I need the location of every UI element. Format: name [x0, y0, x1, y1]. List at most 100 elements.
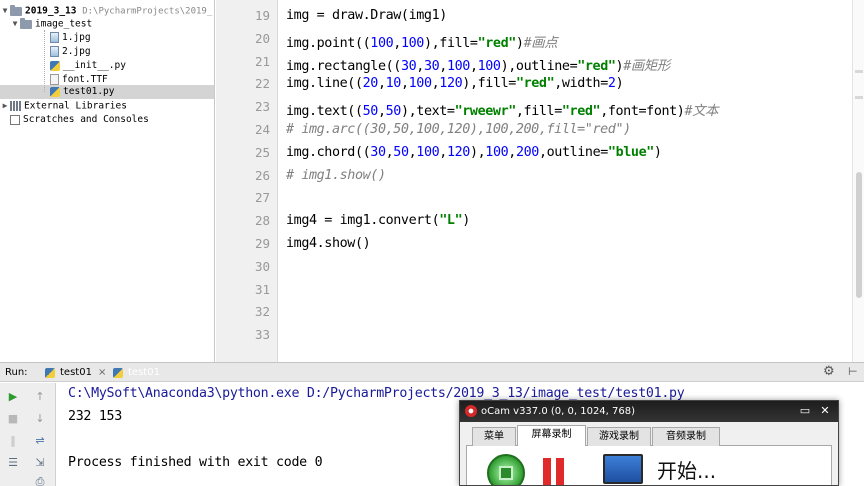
line-number: 25	[254, 144, 270, 160]
line-number: 22	[254, 76, 270, 92]
minimize-icon[interactable]: ▭	[798, 404, 812, 418]
scratches-icon	[10, 114, 20, 125]
ocam-tab-screen-record[interactable]: 屏幕录制	[517, 425, 586, 447]
code-line: img = draw.Draw(img1)	[286, 8, 447, 23]
code-token: "rweewr"	[454, 104, 517, 120]
code-token: "L"	[439, 213, 463, 229]
tree-root-row[interactable]: ▼ 2019_3_13 D:\PycharmProjects\2019_	[0, 4, 214, 18]
pause-button-icon[interactable]	[543, 458, 565, 485]
hide-panel-icon[interactable]: ⊢	[848, 365, 858, 378]
line-number: 24	[254, 122, 270, 137]
python-file-icon	[45, 368, 55, 378]
folder-icon	[10, 4, 22, 16]
code-token: 100	[477, 58, 501, 74]
line-number: 27	[254, 190, 270, 206]
start-label[interactable]: 开始...	[657, 455, 716, 484]
tree-external-libraries-row[interactable]: ▶ External Libraries	[0, 99, 214, 113]
code-line: img.chord((30,50,100,120),100,200,outlin…	[286, 145, 662, 160]
ocam-tab-game-record[interactable]: 游戏录制	[587, 427, 651, 446]
code-token: 50	[393, 144, 409, 160]
tree-file-name: 1.jpg	[62, 32, 91, 43]
code-token: )	[462, 213, 470, 229]
code-token: #画点	[523, 35, 558, 51]
code-token: ,	[439, 144, 447, 160]
print-icon[interactable]: ⎙	[33, 475, 47, 486]
stop-icon[interactable]: ■	[6, 412, 20, 426]
tree-folder-row[interactable]: ▼ image_test	[0, 17, 214, 31]
code-token: ,fill=	[515, 104, 562, 120]
run-tab-test01[interactable]: test01 ×	[42, 364, 106, 382]
code-token: 100	[485, 144, 509, 160]
code-token: 20	[362, 76, 379, 92]
tree-guide-line	[44, 30, 45, 92]
code-token: "blue"	[607, 144, 654, 160]
line-number: 30	[254, 258, 270, 274]
tree-file-name: font.TTF	[62, 74, 108, 85]
code-token: img4.show()	[286, 236, 371, 251]
collapse-arrow-icon[interactable]: ▶	[0, 99, 10, 113]
tree-file-row-selected[interactable]: test01.py	[0, 85, 214, 99]
code-token: ,width=	[554, 76, 608, 92]
ocam-tab-menu[interactable]: 菜单	[472, 427, 516, 446]
ocam-title: oCam v337.0 (0, 0, 1024, 768)	[481, 406, 636, 417]
line-number: 31	[254, 281, 270, 297]
tree-file-row[interactable]: 2.jpg	[0, 45, 214, 59]
code-token: img.text((	[286, 104, 363, 120]
code-token: 10	[385, 76, 402, 92]
code-token: ),	[469, 144, 486, 160]
editor-vertical-scrollbar[interactable]	[852, 0, 864, 362]
tree-file-name: test01.py	[63, 86, 115, 97]
scroll-to-end-icon[interactable]: ⇲	[33, 456, 47, 470]
code-token: 100	[446, 58, 470, 74]
code-editor[interactable]: img = draw.Draw(img1) img.point((100,100)…	[279, 0, 852, 362]
code-token: ,	[416, 58, 424, 74]
pause-icon[interactable]: ‖	[6, 434, 20, 448]
code-token: 2	[607, 76, 616, 92]
tree-scratches-row[interactable]: Scratches and Consoles	[0, 113, 214, 127]
tree-root-name: 2019_3_13	[25, 5, 77, 17]
record-button-icon[interactable]	[487, 454, 525, 485]
record-square-icon	[499, 466, 513, 480]
scroll-up-icon[interactable]: ↑	[33, 390, 47, 404]
font-file-icon	[50, 74, 59, 85]
close-icon[interactable]: ✕	[818, 404, 832, 418]
ocam-tab-audio-record[interactable]: 音频录制	[652, 427, 720, 446]
code-token: # img.arc((30,50,100,120),100,200,fill="…	[286, 122, 631, 137]
code-token: #画矩形	[623, 58, 670, 74]
code-line: img.point((100,100),fill="red")#画点	[286, 31, 558, 51]
code-line: # img.arc((30,50,100,120),100,200,fill="…	[286, 122, 631, 137]
line-number: 20	[254, 30, 270, 46]
image-file-icon	[50, 32, 59, 43]
scroll-down-icon[interactable]: ↓	[33, 412, 47, 426]
run-tab-label: test01	[128, 367, 160, 378]
code-token: 120	[446, 144, 470, 160]
run-tab-test01-second[interactable]: test01	[110, 364, 160, 382]
close-icon[interactable]: ×	[98, 367, 106, 378]
tree-file-row[interactable]: __init__.py	[0, 59, 214, 73]
tree-file-name: 2.jpg	[62, 46, 91, 57]
code-line: img.line((20,10,100,120),fill="red",widt…	[286, 76, 624, 92]
soft-wrap-icon[interactable]: ⇌	[33, 434, 47, 448]
code-line: img.text((50,50),text="rweewr",fill="red…	[286, 99, 719, 120]
code-token: 200	[515, 144, 539, 160]
expand-arrow-icon[interactable]: ▼	[0, 4, 10, 18]
tree-file-row[interactable]: 1.jpg	[0, 31, 214, 45]
code-token: ,font=font)	[600, 104, 685, 120]
rerun-icon[interactable]: ▶	[6, 390, 20, 404]
code-token: 50	[362, 104, 379, 120]
code-token: ,	[377, 76, 386, 92]
tree-file-name: __init__.py	[63, 60, 126, 71]
line-number: 29	[254, 236, 270, 251]
scrollbar-thumb[interactable]	[856, 172, 862, 298]
gear-icon[interactable]: ⚙	[823, 364, 835, 379]
line-number: 26	[254, 167, 270, 183]
code-token: ),text=	[400, 104, 455, 120]
code-token: img = draw.Draw(img1)	[286, 8, 447, 23]
ocam-title-bar[interactable]: oCam v337.0 (0, 0, 1024, 768) ▭ ✕	[460, 401, 838, 422]
code-token: img.line((	[286, 76, 363, 92]
code-token: ),fill=	[423, 35, 478, 51]
layout-icon[interactable]: ☰	[6, 456, 20, 470]
expand-arrow-icon[interactable]: ▼	[10, 17, 20, 31]
code-token: img.rectangle((	[286, 58, 401, 74]
screen-capture-icon[interactable]	[603, 454, 643, 484]
